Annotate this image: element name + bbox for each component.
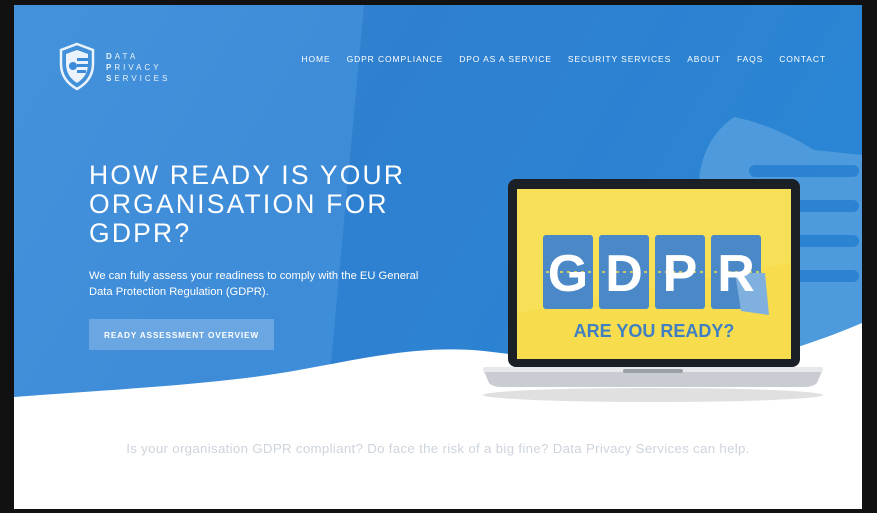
screen-question: ARE YOU READY?	[574, 321, 735, 341]
main-nav: HOME GDPR COMPLIANCE DPO AS A SERVICE SE…	[301, 54, 826, 64]
nav-gdpr-compliance[interactable]: GDPR COMPLIANCE	[347, 54, 444, 64]
nav-contact[interactable]: CONTACT	[779, 54, 826, 64]
hero-headline: HOW READY IS YOUR ORGANISATION FOR GDPR?	[89, 160, 406, 248]
brand-name: DATA PRIVACY SERVICES	[106, 51, 171, 83]
laptop-illustration: G D P R ARE YOU READY?	[483, 179, 823, 402]
shield-logo-icon	[59, 42, 95, 91]
hero-section: DATA PRIVACY SERVICES HOME GDPR COMPLIAN…	[14, 5, 862, 435]
tile-letter-g: G	[548, 245, 588, 303]
nav-home[interactable]: HOME	[301, 54, 330, 64]
nav-security-services[interactable]: SECURITY SERVICES	[568, 54, 671, 64]
tile-letter-d: D	[605, 245, 643, 303]
tile-letter-r: R	[717, 245, 755, 303]
hero-subtext: We can fully assess your readiness to co…	[89, 270, 419, 298]
tile-letter-p: P	[663, 245, 698, 303]
nav-dpo-as-a-service[interactable]: DPO AS A SERVICE	[459, 54, 552, 64]
brand-logo[interactable]: DATA PRIVACY SERVICES	[58, 42, 170, 92]
nav-about[interactable]: ABOUT	[687, 54, 721, 64]
ready-assessment-button[interactable]: READY ASSESSMENT OVERVIEW	[89, 319, 274, 350]
nav-faqs[interactable]: FAQS	[737, 54, 763, 64]
intro-tagline: Is your organisation GDPR compliant? Do …	[126, 441, 750, 456]
